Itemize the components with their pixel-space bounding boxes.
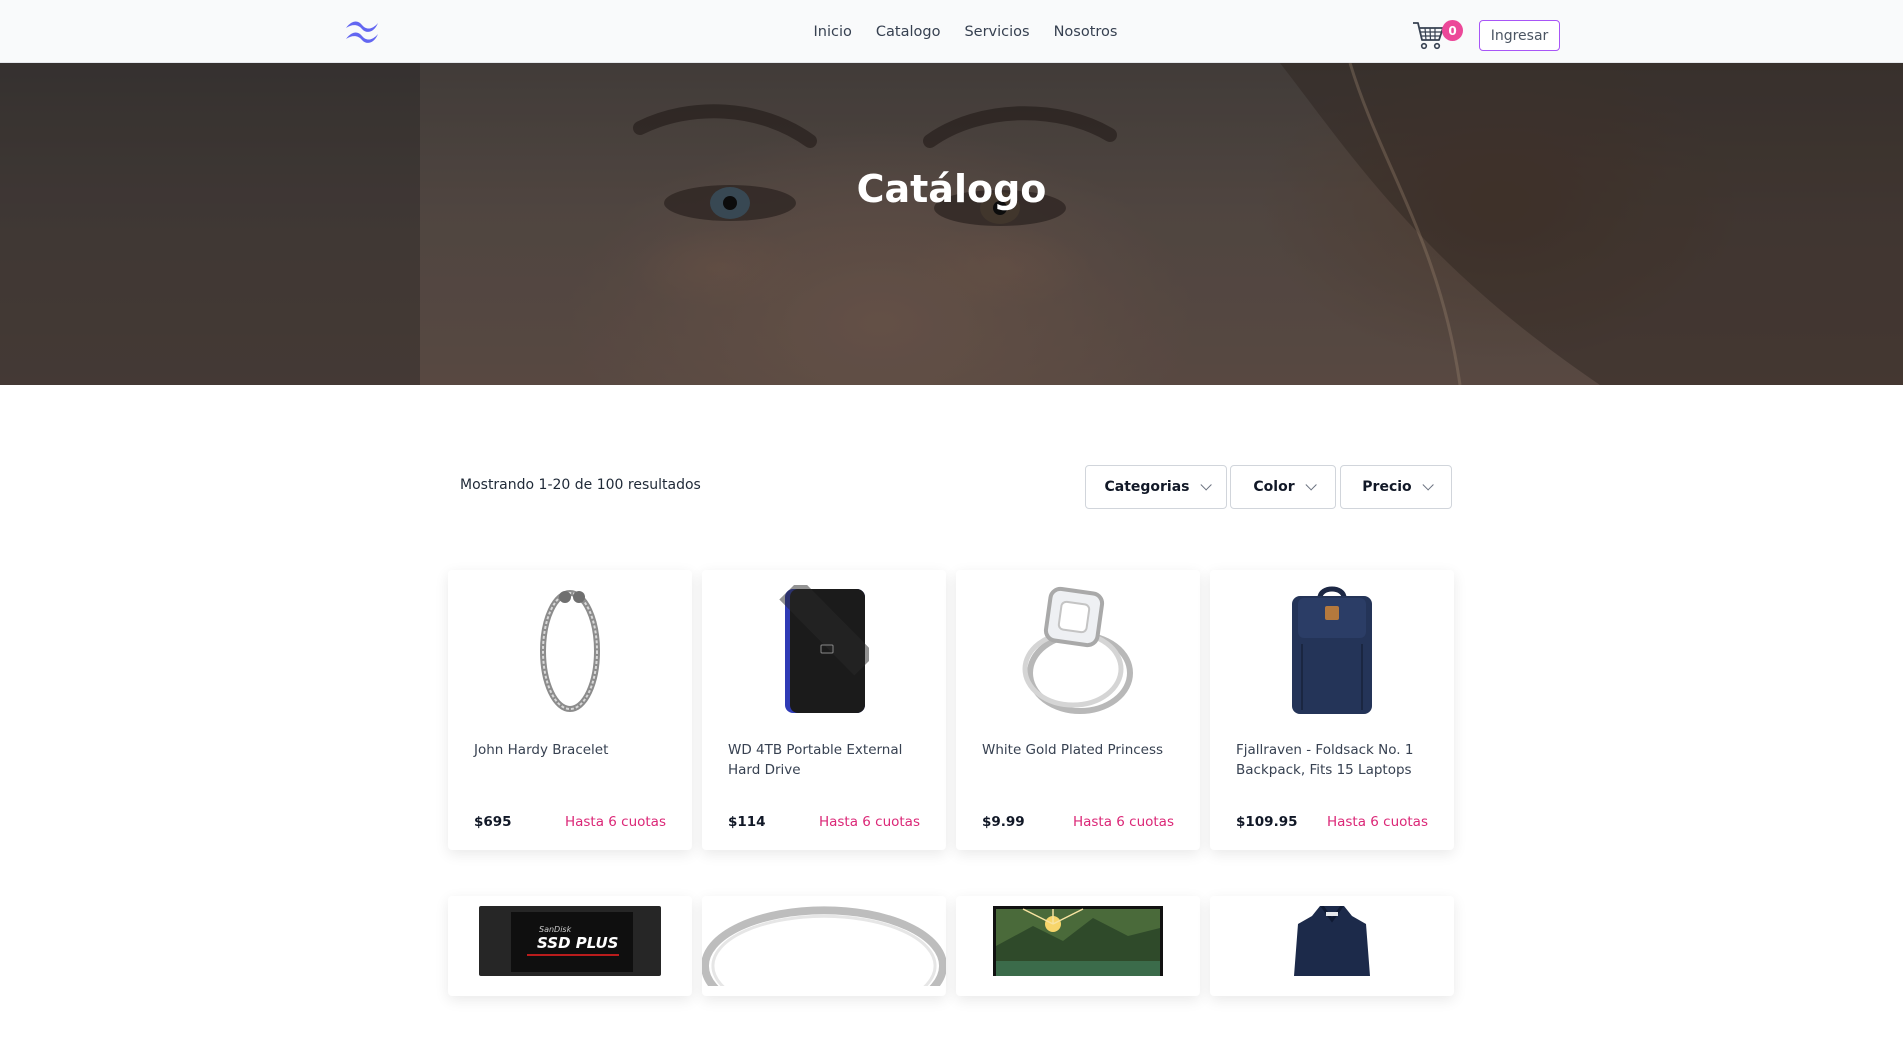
product-image[interactable] <box>1210 896 1454 1056</box>
product-card[interactable] <box>702 896 946 996</box>
product-image[interactable] <box>702 896 946 1056</box>
result-count: Mostrando 1-20 de 100 resultados <box>460 477 701 493</box>
filter-label: Color <box>1253 479 1295 495</box>
nav-link-inicio[interactable]: Inicio <box>814 24 852 40</box>
product-card[interactable]: White Gold Plated Princess $9.99 Hasta 6… <box>956 570 1200 850</box>
ssd-product-label: SSD PLUS <box>537 934 619 952</box>
product-card[interactable] <box>1210 896 1454 996</box>
filter-precio-dropdown[interactable]: Precio <box>1340 465 1452 509</box>
filter-label: Precio <box>1362 479 1412 495</box>
product-card[interactable]: WD 4TB Portable External Hard Drive $114… <box>702 570 946 850</box>
product-image[interactable] <box>1210 570 1454 730</box>
product-card[interactable]: SanDisk SSD PLUS <box>448 896 692 996</box>
chevron-down-icon <box>1199 479 1212 491</box>
product-name[interactable]: WD 4TB Portable External Hard Drive <box>728 740 923 780</box>
monitor-image <box>993 906 1163 976</box>
product-installments: Hasta 6 cuotas <box>564 814 666 830</box>
product-image[interactable] <box>448 570 692 730</box>
product-price: $109.95 <box>1236 814 1298 830</box>
product-image[interactable] <box>956 570 1200 730</box>
cart-count-badge: 0 <box>1442 20 1463 41</box>
nav-link-catalogo[interactable]: Catalogo <box>876 24 941 40</box>
page-title: Catálogo <box>856 167 1047 211</box>
product-image[interactable]: SanDisk SSD PLUS <box>448 896 692 1056</box>
ssd-image: SanDisk SSD PLUS <box>479 906 661 976</box>
product-price: $695 <box>474 814 512 830</box>
product-name[interactable]: John Hardy Bracelet <box>474 740 669 760</box>
product-price: $9.99 <box>982 814 1025 830</box>
bracelet-image <box>540 590 600 712</box>
hero-overlay <box>0 63 1903 385</box>
chevron-down-icon <box>1305 479 1317 491</box>
chevron-down-icon <box>1422 479 1434 491</box>
backpack-image <box>1292 586 1372 714</box>
product-name[interactable]: White Gold Plated Princess <box>982 740 1177 760</box>
filter-categorias-dropdown[interactable]: Categorias <box>1085 465 1227 509</box>
filter-label: Categorias <box>1104 479 1190 495</box>
product-price: $114 <box>728 814 766 830</box>
filter-color-dropdown[interactable]: Color <box>1230 465 1336 509</box>
hero-banner: Catálogo <box>0 63 1903 385</box>
product-card[interactable]: Fjallraven - Foldsack No. 1 Backpack, Fi… <box>1210 570 1454 850</box>
nav-link-nosotros[interactable]: Nosotros <box>1054 24 1118 40</box>
silver-ring-image <box>702 906 946 986</box>
product-image[interactable] <box>702 570 946 730</box>
product-installments: Hasta 6 cuotas <box>1326 814 1428 830</box>
product-card[interactable]: John Hardy Bracelet $695 Hasta 6 cuotas <box>448 570 692 850</box>
navbar: Inicio Catalogo Servicios Nosotros 0 Ing… <box>0 0 1903 63</box>
main-nav: Inicio Catalogo Servicios Nosotros <box>0 0 1903 63</box>
product-image[interactable] <box>956 896 1200 1056</box>
product-installments: Hasta 6 cuotas <box>818 814 920 830</box>
product-installments: Hasta 6 cuotas <box>1072 814 1174 830</box>
product-name[interactable]: Fjallraven - Foldsack No. 1 Backpack, Fi… <box>1236 740 1431 780</box>
jacket-image <box>1294 906 1370 976</box>
product-card[interactable] <box>956 896 1200 996</box>
nav-link-servicios[interactable]: Servicios <box>964 24 1029 40</box>
cart-icon[interactable] <box>1412 20 1446 50</box>
hard-drive-image <box>779 585 869 713</box>
ssd-brand-label: SanDisk <box>539 925 572 934</box>
login-button[interactable]: Ingresar <box>1479 20 1560 51</box>
ring-image <box>1022 586 1133 714</box>
